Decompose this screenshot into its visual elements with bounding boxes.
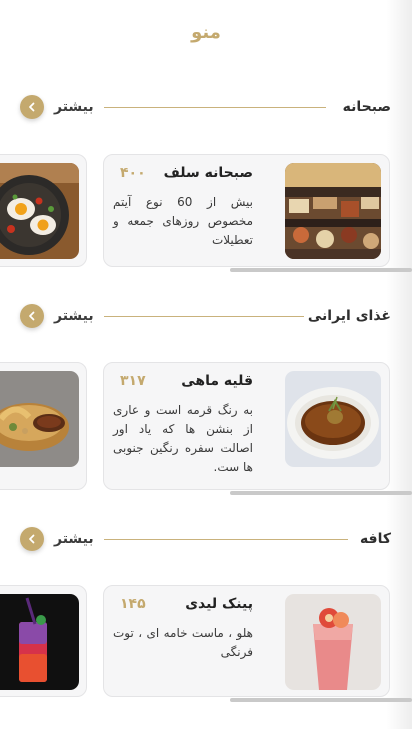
chevron-left-icon <box>27 534 37 544</box>
section-divider <box>104 107 326 108</box>
previous-item-card[interactable] <box>0 154 87 267</box>
item-image-eggs <box>0 163 79 259</box>
item-name: پینک لیدی <box>185 596 253 612</box>
more-link[interactable]: بیشتر <box>54 531 94 547</box>
horizontal-scrollbar[interactable] <box>230 698 412 702</box>
item-image-fish-stew <box>285 371 381 467</box>
more-link[interactable]: بیشتر <box>54 308 94 324</box>
section-header-cafe: کافه بیشتر <box>0 525 412 555</box>
menu-item-card[interactable]: صبحانه سلف ۴۰۰ بیش از 60 نوع آیتم مخصوص … <box>103 154 390 267</box>
item-description: هلو ، ماست خامه ای ، توت فرنگی <box>113 626 253 659</box>
section-title: صبحانه <box>342 99 391 115</box>
item-description: بیش از 60 نوع آیتم مخصوص روزهای جمعه و ت… <box>113 195 253 247</box>
chevron-left-icon <box>27 102 37 112</box>
more-button[interactable] <box>20 95 44 119</box>
more-link[interactable]: بیشتر <box>54 99 94 115</box>
item-image-buffet <box>285 163 381 259</box>
page-title: منو <box>191 22 221 43</box>
item-name: صبحانه سلف <box>163 165 253 181</box>
previous-item-card[interactable] <box>0 585 87 697</box>
item-image-cocktail <box>0 594 79 690</box>
menu-item-card[interactable]: قلیه ماهی ۳۱۷ به رنگ قرمه است و عاری از … <box>103 362 390 490</box>
section-title: غذای ایرانی <box>307 308 391 324</box>
previous-item-card[interactable] <box>0 362 87 490</box>
item-image-platter <box>0 371 79 467</box>
horizontal-scrollbar[interactable] <box>230 491 412 495</box>
chevron-left-icon <box>27 311 37 321</box>
more-button[interactable] <box>20 304 44 328</box>
item-price: ۴۰۰ <box>120 165 146 181</box>
menu-item-card[interactable]: پینک لیدی ۱۴۵ هلو ، ماست خامه ای ، توت ف… <box>103 585 390 697</box>
item-price: ۱۴۵ <box>120 596 146 612</box>
section-divider <box>104 316 304 317</box>
item-description: به رنگ قرمه است و عاری از بنشن ها که یاد… <box>113 403 253 474</box>
more-button[interactable] <box>20 527 44 551</box>
section-header-iranian-food: غذای ایرانی بیشتر <box>0 302 412 332</box>
item-price: ۳۱۷ <box>120 373 146 389</box>
section-title: کافه <box>359 531 391 547</box>
section-divider <box>104 539 348 540</box>
item-image-smoothie <box>285 594 381 690</box>
item-name: قلیه ماهی <box>181 373 253 389</box>
section-header-breakfast: صبحانه بیشتر <box>0 93 412 123</box>
horizontal-scrollbar[interactable] <box>230 268 412 272</box>
